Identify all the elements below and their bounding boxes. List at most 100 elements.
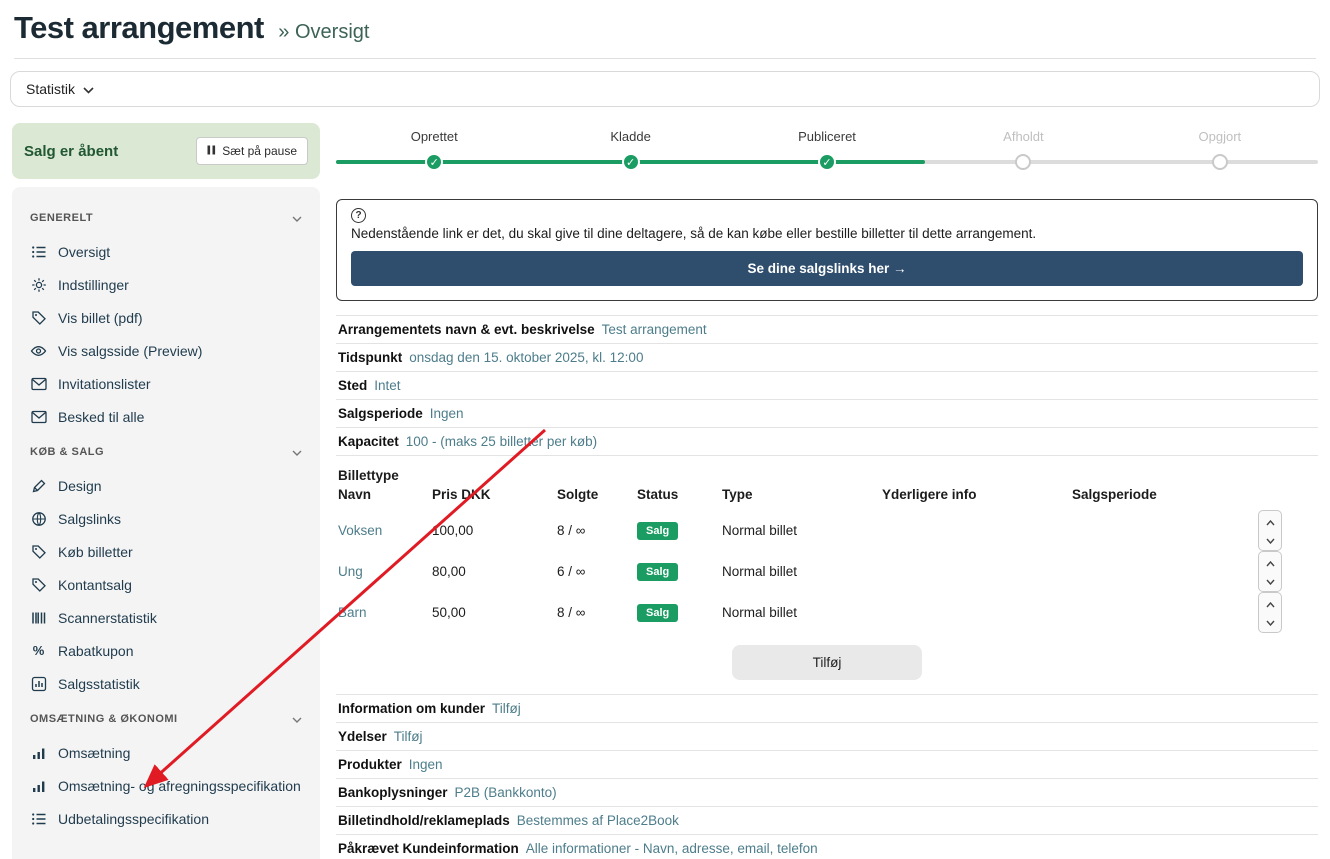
sidebar-item-label: Design [58, 477, 102, 494]
chevron-up-icon[interactable] [1265, 555, 1275, 570]
sidebar-item-udbetalingsspecifikation[interactable]: Udbetalingsspecifikation [28, 802, 304, 835]
stats-icon [30, 675, 47, 692]
step-kladde: Kladde ✓ [532, 129, 728, 171]
tag-icon [30, 309, 47, 326]
chevron-up-icon[interactable] [1265, 514, 1275, 529]
statistik-dropdown[interactable]: Statistik [10, 71, 1320, 107]
sidebar-item-vis-salgsside[interactable]: Vis salgsside (Preview) [28, 334, 304, 367]
tag-icon [30, 543, 47, 560]
sidebar-item-koeb-billetter[interactable]: Køb billetter [28, 535, 304, 568]
sidebar-item-omsaetning-og-afregningsspecifikation[interactable]: Omsætning- og afregningsspecifikation [28, 769, 304, 802]
add-ticket-button[interactable]: Tilføj [732, 645, 922, 680]
sidebar-item-label: Køb billetter [58, 543, 133, 560]
col-navn: Navn [338, 487, 372, 502]
eye-icon [30, 342, 47, 359]
status-badge: Salg [637, 603, 679, 622]
sidebar-item-label: Omsætning [58, 744, 131, 761]
sidebar-item-scannerstatistik[interactable]: Scannerstatistik [28, 601, 304, 634]
ticket-status-cell: Salg [635, 592, 720, 633]
sidebar-item-invitationslister[interactable]: Invitationslister [28, 367, 304, 400]
sidebar-item-label: Indstillinger [58, 276, 129, 293]
ticket-order-spinner[interactable] [1258, 551, 1282, 592]
detail-row-navn: Arrangementets navn & evt. beskrivelse Te… [336, 316, 1318, 344]
step-label: Kladde [610, 129, 651, 144]
status-stepper: Oprettet ✓ Kladde ✓ Publiceret ✓ Afholdt [336, 129, 1318, 183]
detail-row-kapacitet: Kapacitet 100 - (maks 25 billetter per kø… [336, 428, 1318, 456]
chevron-down-icon[interactable] [1265, 614, 1275, 629]
sidebar-item-label: Oversigt [58, 243, 111, 260]
detail-value: 100 - (maks 25 billetter per køb) [405, 434, 598, 449]
step-publiceret: Publiceret ✓ [729, 129, 925, 171]
envelope-icon [30, 375, 47, 392]
sidebar-item-label: Vis billet (pdf) [58, 309, 143, 326]
check-icon: ✓ [621, 153, 640, 171]
chevron-down-icon[interactable] [1265, 532, 1275, 547]
sidebar-item-besked-til-alle[interactable]: Besked til alle [28, 400, 304, 433]
detail-label: Arrangementets navn & evt. beskrivelse [338, 322, 595, 337]
chevron-down-icon[interactable] [1265, 573, 1275, 588]
sidebar-item-label: Rabatkupon [58, 642, 134, 659]
empty-circle-icon [1015, 154, 1032, 170]
sidebar-item-salgsstatistik[interactable]: Salgsstatistik [28, 667, 304, 700]
ticket-sold: 8 / ∞ [557, 523, 586, 538]
ticket-order-spinner[interactable] [1258, 592, 1282, 633]
tag-icon [30, 576, 47, 593]
ticket-table: Navn Pris DKK Solgte Status Type Yderlig… [336, 483, 1318, 633]
sidebar-item-rabatkupon[interactable]: % Rabatkupon [28, 634, 304, 667]
pause-icon [207, 144, 216, 158]
pause-button[interactable]: Sæt på pause [196, 137, 308, 165]
saleslink-info-text: Nedenstående link er det, du skal give t… [351, 226, 1037, 241]
sidebar-item-indstillinger[interactable]: Indstillinger [28, 268, 304, 301]
detail-value: Intet [374, 378, 401, 393]
sidebar-item-label: Omsætning- og afregningsspecifikation [58, 777, 301, 794]
list-icon [30, 810, 47, 827]
percent-icon: % [32, 643, 45, 658]
ticket-section: Billettype Navn Pris DKK Solgte Status T… [336, 456, 1318, 680]
sales-status-label: Salg er åbent [24, 142, 119, 160]
chart-icon [30, 744, 47, 761]
breadcrumb-current: Oversigt [294, 21, 370, 43]
chevron-up-icon[interactable] [1265, 596, 1275, 611]
step-label: Publiceret [798, 129, 856, 144]
content: Salg er åbent Sæt på pause GENERELT Over… [0, 123, 1330, 859]
ticket-extra-info [880, 510, 1070, 551]
add-link[interactable]: Tilføj [394, 729, 423, 744]
sidebar-section-omsaetning-oekonomi[interactable]: OMSÆTNING & ØKONOMI [28, 700, 304, 736]
step-opgjort: Opgjort [1122, 129, 1318, 171]
detail-row-bankoplysninger: Bankoplysninger P2B (Bankkonto) [336, 779, 1318, 807]
check-icon: ✓ [425, 153, 444, 171]
ticket-price: 100,00 [432, 523, 474, 538]
detail-value: Bestemmes af Place2Book [516, 813, 679, 828]
event-details-top: Arrangementets navn & evt. beskrivelse Te… [336, 315, 1318, 456]
breadcrumb-separator: » [278, 21, 290, 43]
sidebar-section-generelt[interactable]: GENERELT [28, 199, 304, 235]
ticket-order-spinner[interactable] [1258, 510, 1282, 551]
sidebar-item-oversigt[interactable]: Oversigt [28, 235, 304, 268]
ticket-type: Normal billet [722, 523, 798, 538]
sidebar-item-salgslinks[interactable]: Salgslinks [28, 502, 304, 535]
see-saleslinks-button[interactable]: Se dine salgslinks her → [351, 251, 1303, 286]
sidebar-item-label: Salgsstatistik [58, 675, 140, 692]
sidebar-item-omsaetning[interactable]: Omsætning [28, 736, 304, 769]
list-icon [30, 243, 47, 260]
page: Test arrangement » Oversigt Statistik Sa… [0, 0, 1330, 859]
ticket-name[interactable]: Ung [336, 551, 430, 592]
detail-row-billetindhold: Billetindhold/reklameplads Bestemmes af P… [336, 807, 1318, 835]
detail-label: Ydelser [338, 729, 387, 744]
detail-label: Billetindhold/reklameplads [338, 813, 510, 828]
sidebar-item-kontantsalg[interactable]: Kontantsalg [28, 568, 304, 601]
step-label: Oprettet [410, 129, 458, 144]
sidebar-item-label: Vis salgsside (Preview) [58, 342, 203, 359]
chevron-down-icon [292, 710, 302, 728]
ticket-extra-info [880, 592, 1070, 633]
add-link[interactable]: Tilføj [492, 701, 521, 716]
ticket-name[interactable]: Voksen [336, 510, 430, 551]
sidebar-section-koeb-salg[interactable]: KØB & SALG [28, 433, 304, 469]
sidebar-item-design[interactable]: Design [28, 469, 304, 502]
ticket-type: Normal billet [722, 564, 798, 579]
ticket-name[interactable]: Barn [336, 592, 430, 633]
col-yderligere-info: Yderligere info [882, 487, 977, 502]
step-label: Afholdt [1003, 129, 1044, 144]
sidebar-item-vis-billet-pdf[interactable]: Vis billet (pdf) [28, 301, 304, 334]
col-type: Type [722, 487, 753, 502]
